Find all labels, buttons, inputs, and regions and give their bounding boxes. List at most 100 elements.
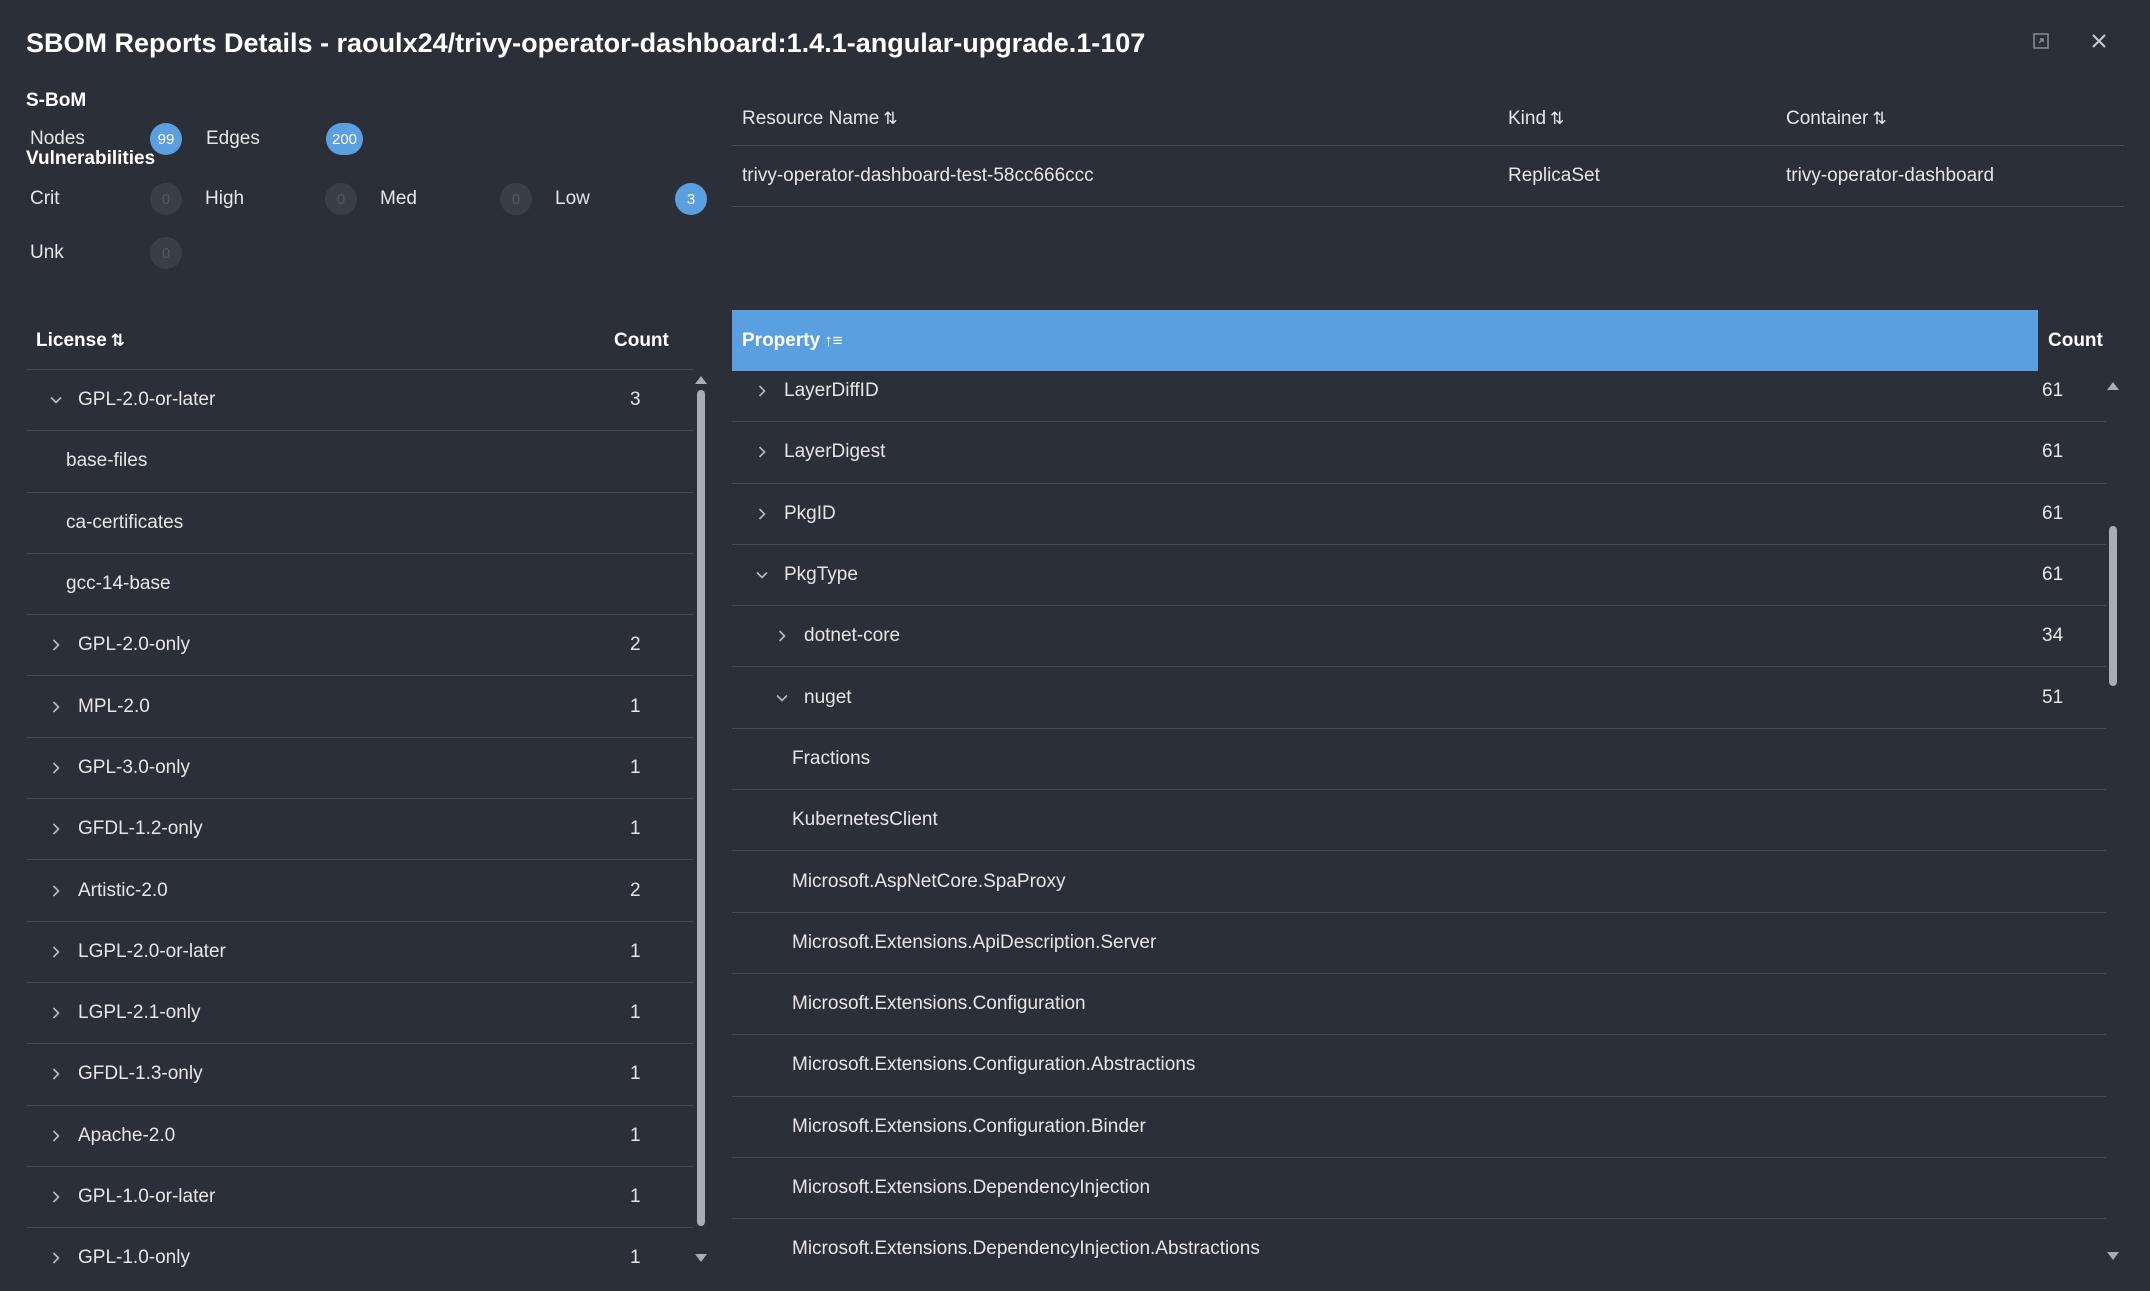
tree-row[interactable]: Microsoft.Extensions.DependencyInjection (732, 1158, 2106, 1220)
tree-row[interactable]: ca-certificates (26, 493, 694, 554)
tree-row-label: base-files (66, 450, 148, 472)
chevron-right-icon[interactable] (752, 381, 772, 401)
tree-row[interactable]: LayerDigest 61 (732, 422, 2106, 484)
tree-row[interactable]: PkgType 61 (732, 545, 2106, 607)
tree-row-label: Fractions (792, 747, 871, 769)
chevron-down-icon[interactable] (752, 565, 772, 585)
chevron-right-icon[interactable] (752, 504, 772, 524)
tree-row-name: nuget (732, 687, 2042, 709)
property-table-body: LayerDiffID 61 LayerDigest 61 PkgID 61 PkgType… (732, 361, 2106, 1272)
tree-row[interactable]: Apache-2.0 1 (26, 1106, 694, 1167)
expand-icon[interactable] (2030, 30, 2052, 52)
sort-icon[interactable]: ⇅ (111, 331, 125, 350)
license-header[interactable]: License ⇅ (26, 330, 614, 352)
tree-row-label: Microsoft.Extensions.ApiDescription.Serv… (792, 931, 1157, 953)
tree-row[interactable]: MPL-2.0 1 (26, 676, 694, 738)
tree-row[interactable]: gcc-14-base (26, 554, 694, 616)
tree-row[interactable]: LGPL-2.0-or-later 1 (26, 922, 694, 983)
tree-row[interactable]: GPL-3.0-only 1 (26, 738, 694, 800)
close-icon[interactable] (2088, 30, 2110, 52)
med-stat: Med 0 (376, 183, 551, 215)
tree-row[interactable]: GPL-1.0-only 1 (26, 1228, 694, 1272)
chevron-right-icon[interactable] (46, 1187, 66, 1207)
chevron-right-icon[interactable] (46, 1003, 66, 1023)
chevron-right-icon[interactable] (772, 626, 792, 646)
chevron-right-icon[interactable] (46, 758, 66, 778)
chevron-right-icon[interactable] (46, 697, 66, 717)
tree-row[interactable]: Microsoft.Extensions.Configuration.Abstr… (732, 1035, 2106, 1097)
tree-row-label: Microsoft.Extensions.Configuration.Binde… (792, 1115, 1146, 1137)
sort-asc-icon[interactable]: ↑≡ (824, 331, 842, 351)
chevron-right-icon[interactable] (752, 442, 772, 462)
chevron-right-icon[interactable] (46, 1126, 66, 1146)
tree-row[interactable]: GPL-2.0-or-later 3 (26, 370, 694, 432)
scroll-up-icon[interactable] (2107, 382, 2119, 390)
sort-icon[interactable]: ⇅ (883, 109, 897, 128)
tree-row[interactable]: Microsoft.Extensions.ApiDescription.Serv… (732, 913, 2106, 974)
tree-row-name: GFDL-1.2-only (26, 818, 630, 840)
chevron-right-icon[interactable] (46, 635, 66, 655)
chevron-right-icon[interactable] (46, 881, 66, 901)
table-row[interactable]: trivy-operator-dashboard-test-58cc666ccc… (732, 146, 2124, 207)
tree-row[interactable]: Microsoft.AspNetCore.SpaProxy (732, 851, 2106, 913)
med-label: Med (380, 188, 417, 209)
tree-row[interactable]: Artistic-2.0 2 (26, 860, 694, 922)
tree-row[interactable]: GPL-1.0-or-later 1 (26, 1167, 694, 1229)
tree-row[interactable]: LGPL-2.1-only 1 (26, 983, 694, 1045)
tree-row[interactable]: KubernetesClient (732, 790, 2106, 852)
tree-row[interactable]: dotnet-core 34 (732, 606, 2106, 668)
tree-row[interactable]: LayerDiffID 61 (732, 361, 2106, 423)
sort-icon[interactable]: ⇅ (1872, 109, 1886, 128)
chevron-right-icon[interactable] (46, 942, 66, 962)
scroll-down-icon[interactable] (695, 1254, 707, 1262)
low-badge: 3 (675, 183, 707, 215)
tree-row-name: Artistic-2.0 (26, 880, 630, 902)
tree-row-label: gcc-14-base (66, 573, 171, 595)
high-badge: 0 (325, 183, 357, 215)
property-scrollbar[interactable] (2106, 380, 2120, 1262)
tree-row[interactable]: base-files (26, 431, 694, 493)
tree-row[interactable]: GFDL-1.3-only 1 (26, 1044, 694, 1106)
tree-row-count: 1 (630, 940, 641, 962)
chevron-right-icon[interactable] (46, 819, 66, 839)
chevron-down-icon[interactable] (46, 390, 66, 410)
chevron-right-icon[interactable] (46, 1248, 66, 1268)
kind-cell: ReplicaSet (1508, 165, 1600, 186)
scrollbar-thumb[interactable] (697, 390, 705, 1226)
tree-row-name: Apache-2.0 (26, 1125, 630, 1147)
low-label: Low (555, 188, 590, 209)
edges-label: Edges (206, 128, 260, 149)
sort-icon[interactable]: ⇅ (1550, 109, 1564, 128)
tree-row-count: 34 (2042, 625, 2064, 647)
license-table: License ⇅ Count GPL-2.0-or-later 3 base-fil… (26, 312, 694, 1272)
high-label: High (205, 188, 245, 209)
scroll-up-icon[interactable] (695, 376, 707, 384)
container-header[interactable]: Container ⇅ (1776, 108, 2124, 130)
scrollbar-thumb[interactable] (2109, 526, 2117, 686)
scroll-down-icon[interactable] (2107, 1252, 2119, 1260)
tree-row-label: GPL-3.0-only (78, 756, 190, 778)
tree-row[interactable]: Microsoft.Extensions.DependencyInjection… (732, 1219, 2106, 1272)
tree-row[interactable]: GFDL-1.2-only 1 (26, 799, 694, 861)
tree-row-label: LayerDiffID (784, 380, 879, 402)
tree-row[interactable]: PkgID 61 (732, 484, 2106, 545)
property-table: Property ↑≡ Count LayerDiffID 61 LayerDiges… (732, 310, 2124, 1272)
tree-row-label: PkgType (784, 564, 858, 586)
chevron-right-icon[interactable] (46, 1064, 66, 1084)
tree-row[interactable]: Fractions (732, 729, 2106, 791)
license-scrollbar[interactable] (694, 374, 708, 1264)
edges-badge: 200 (326, 123, 364, 155)
tree-row-name: Microsoft.Extensions.DependencyInjection (732, 1177, 2042, 1199)
resource-name-header[interactable]: Resource Name ⇅ (732, 108, 1498, 130)
sbom-heading: S-BoM (26, 90, 87, 111)
chevron-down-icon[interactable] (772, 688, 792, 708)
tree-row[interactable]: Microsoft.Extensions.Configuration.Binde… (732, 1097, 2106, 1158)
tree-row[interactable]: GPL-2.0-only 2 (26, 615, 694, 677)
tree-row[interactable]: Microsoft.Extensions.Configuration (732, 974, 2106, 1036)
tree-row-name: GPL-2.0-only (26, 634, 630, 656)
tree-row-label: KubernetesClient (792, 809, 938, 831)
tree-row[interactable]: nuget 51 (732, 667, 2106, 729)
crit-label: Crit (30, 188, 60, 209)
kind-header[interactable]: Kind ⇅ (1498, 108, 1776, 130)
container-cell: trivy-operator-dashboard (1786, 165, 1995, 186)
